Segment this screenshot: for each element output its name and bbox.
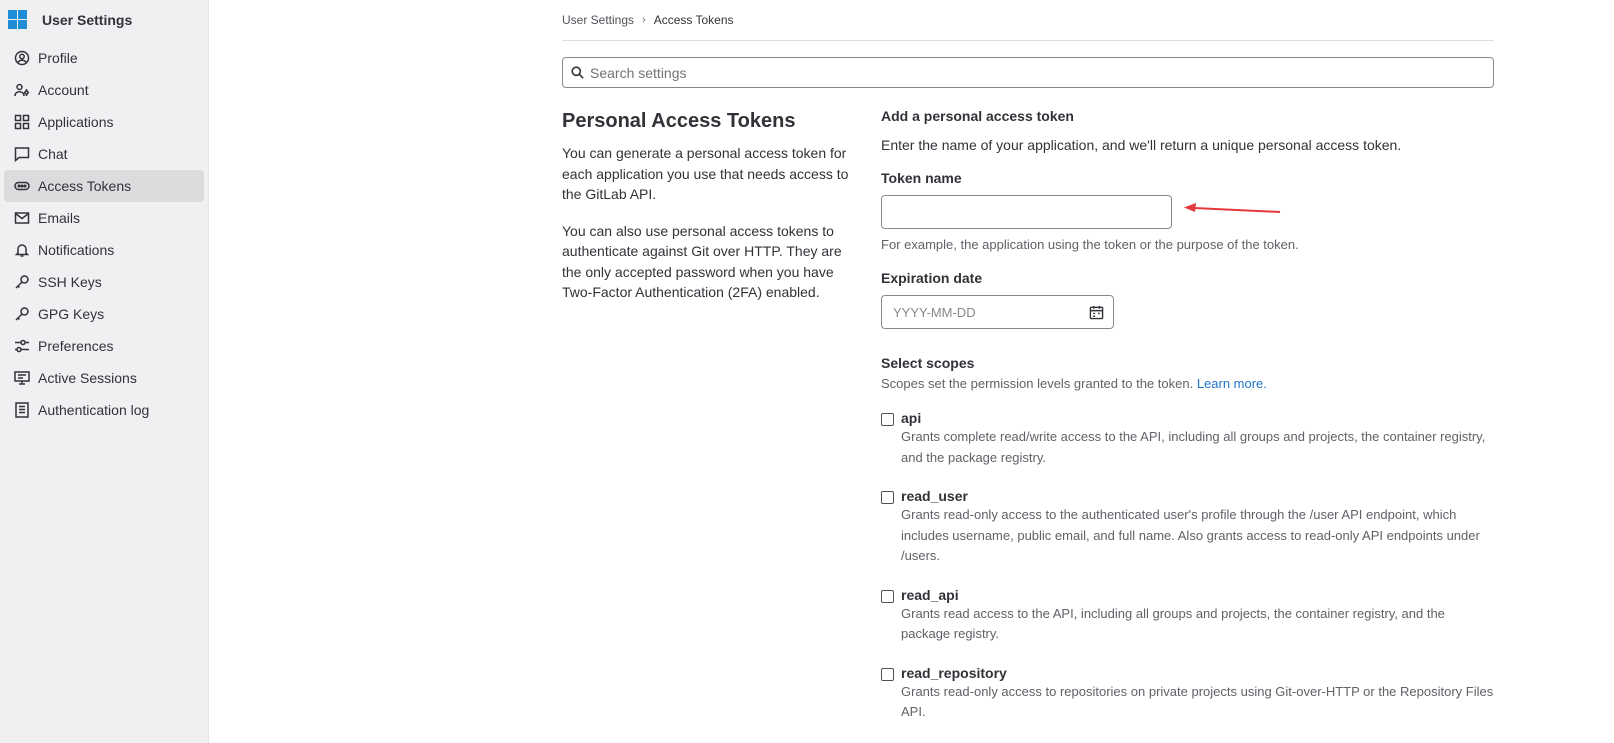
app-logo-icon[interactable] [8, 10, 28, 30]
scope-read-user: read_user Grants read-only access to the… [881, 488, 1494, 567]
sidebar-item-chat[interactable]: Chat [4, 138, 204, 170]
chevron-right-icon: › [642, 14, 646, 26]
scope-read-api: read_api Grants read access to the API, … [881, 587, 1494, 645]
log-icon [14, 402, 30, 418]
scope-description: Grants read-only access to the authentic… [901, 507, 1480, 563]
monitor-icon [14, 370, 30, 386]
sidebar-item-label: Account [38, 82, 89, 98]
sidebar-item-preferences[interactable]: Preferences [4, 330, 204, 362]
calendar-icon[interactable] [1089, 305, 1104, 320]
account-icon [14, 82, 30, 98]
key-icon [14, 306, 30, 322]
email-icon [14, 210, 30, 226]
sidebar-item-label: Emails [38, 210, 81, 226]
scope-name[interactable]: read_user [901, 488, 1494, 504]
sidebar-item-emails[interactable]: Emails [4, 202, 204, 234]
scope-description: Grants complete read/write access to the… [901, 429, 1486, 465]
scope-checkbox[interactable] [881, 413, 894, 426]
breadcrumb-current: Access Tokens [653, 13, 734, 27]
scope-read-repository: read_repository Grants read-only access … [881, 665, 1494, 723]
token-icon [14, 178, 30, 194]
section-title: Personal Access Tokens [562, 110, 796, 132]
scopes-title: Select scopes [881, 355, 975, 371]
section-description: You can generate a personal access token… [562, 145, 849, 202]
sidebar-item-gpg-keys[interactable]: GPG Keys [4, 298, 204, 330]
scope-checkbox[interactable] [881, 491, 894, 504]
sidebar: User Settings Profile Account Applicatio… [0, 0, 209, 743]
scopes-description: Scopes set the permission levels granted… [881, 376, 1494, 391]
main-content: User Settings › Access Tokens Personal A… [562, 0, 1494, 719]
sidebar-item-label: GPG Keys [38, 306, 105, 322]
scope-checkbox[interactable] [881, 589, 894, 603]
scope-description: Grants read access to the API, including… [901, 605, 1445, 642]
section-intro: Personal Access Tokens You can generate … [562, 106, 857, 319]
search-icon [571, 66, 584, 79]
scope-description: Grants read-only access to repositories … [901, 683, 1494, 720]
bell-icon [14, 242, 30, 258]
expiration-date-label: Expiration date [881, 270, 983, 286]
sidebar-item-label: Chat [38, 146, 68, 162]
search-box[interactable] [562, 57, 1494, 88]
breadcrumb-root-link[interactable]: User Settings [562, 13, 634, 27]
scope-name[interactable]: read_repository [901, 665, 1494, 681]
sidebar-item-access-tokens[interactable]: Access Tokens [4, 170, 204, 202]
learn-more-link[interactable]: Learn more. [1197, 376, 1267, 391]
sidebar-item-label: Authentication log [38, 402, 150, 418]
preferences-icon [14, 338, 30, 354]
sidebar-item-authentication-log[interactable]: Authentication log [4, 394, 204, 426]
scope-name[interactable]: read_api [901, 587, 1494, 603]
sidebar-item-label: Access Tokens [38, 178, 132, 194]
scope-name[interactable]: api [901, 410, 1494, 426]
token-name-label: Token name [881, 170, 962, 186]
sidebar-item-account[interactable]: Account [4, 74, 204, 106]
expiration-date-placeholder: YYYY-MM-DD [893, 304, 976, 320]
sidebar-item-ssh-keys[interactable]: SSH Keys [4, 266, 204, 298]
key-icon [14, 274, 30, 290]
sidebar-item-active-sessions[interactable]: Active Sessions [4, 362, 204, 394]
annotation-arrow-icon [1184, 203, 1281, 213]
sidebar-item-notifications[interactable]: Notifications [4, 234, 204, 266]
sidebar-item-label: Applications [38, 114, 114, 130]
scope-checkbox[interactable] [881, 667, 894, 681]
sidebar-item-label: SSH Keys [38, 274, 102, 290]
sidebar-nav: Profile Account Applications Chat Access… [0, 42, 208, 426]
sidebar-item-profile[interactable]: Profile [4, 42, 204, 74]
chat-icon [14, 146, 30, 162]
profile-icon [14, 50, 30, 66]
search-input[interactable] [590, 64, 1493, 81]
form-title: Add a personal access token [881, 108, 1074, 124]
section-description-2: You can also use personal access tokens … [562, 222, 842, 301]
form-description: Enter the name of your application, and … [881, 137, 1402, 153]
scope-api: api Grants complete read/write access to… [881, 410, 1494, 468]
expiration-date-input[interactable]: YYYY-MM-DD [881, 295, 1114, 329]
scopes-description-text: Scopes set the permission levels granted… [881, 376, 1194, 391]
sidebar-title: User Settings [42, 12, 133, 28]
sidebar-header: User Settings [0, 0, 208, 40]
sidebar-item-label: Preferences [38, 338, 114, 354]
token-name-help: For example, the application using the t… [881, 237, 1299, 252]
sidebar-item-applications[interactable]: Applications [4, 106, 204, 138]
token-name-input[interactable] [881, 195, 1172, 229]
sidebar-item-label: Notifications [38, 242, 115, 258]
sidebar-item-label: Profile [38, 50, 78, 66]
sidebar-item-label: Active Sessions [38, 370, 137, 386]
applications-icon [14, 114, 30, 130]
breadcrumb: User Settings › Access Tokens [562, 0, 1494, 41]
